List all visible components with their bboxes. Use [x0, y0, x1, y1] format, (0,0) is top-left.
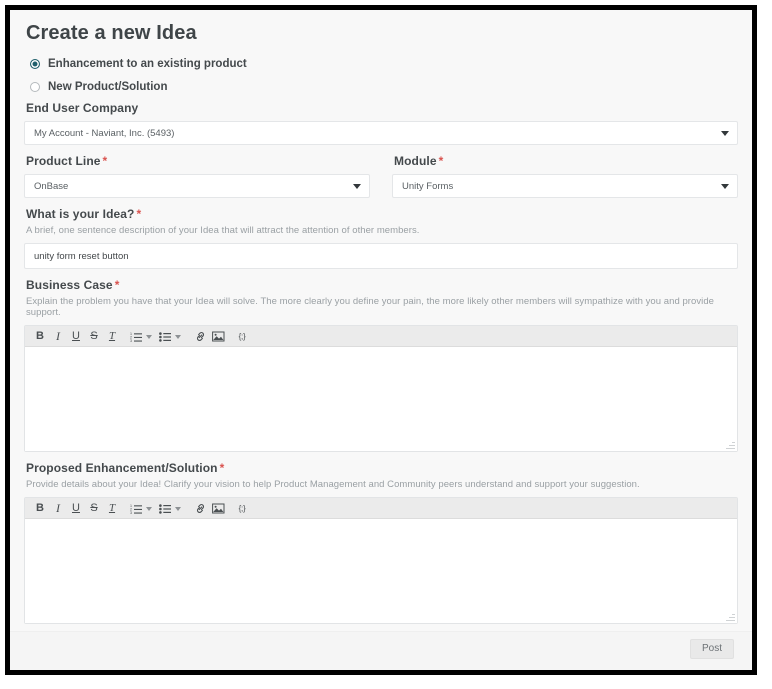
radio-label-enhancement: Enhancement to an existing product — [48, 58, 247, 70]
field-product-line: Product Line * OnBase — [24, 154, 370, 198]
rich-text-editor-business-case: B I U S T 123 {;} — [24, 325, 738, 452]
label-text-business-case: Business Case — [26, 278, 113, 292]
bulleted-list-icon[interactable] — [156, 499, 174, 518]
underline-icon[interactable]: U — [67, 499, 85, 518]
required-asterisk-business-case: * — [114, 278, 120, 292]
strikethrough-icon[interactable]: S — [85, 499, 103, 518]
select-end-user-company[interactable]: My Account - Naviant, Inc. (5493) — [24, 121, 738, 145]
field-business-case: Business Case * Explain the problem you h… — [24, 278, 738, 452]
insert-link-icon[interactable] — [191, 499, 209, 518]
select-value-module: Unity Forms — [402, 180, 454, 192]
resize-handle-icon[interactable] — [726, 440, 735, 449]
source-code-icon[interactable]: {;} — [233, 327, 251, 346]
help-text-idea-title: A brief, one sentence description of you… — [26, 225, 420, 236]
required-asterisk-module: * — [438, 154, 444, 168]
editor-textarea-business-case[interactable] — [25, 347, 737, 451]
page-title: Create a new Idea — [26, 22, 197, 44]
insert-image-icon[interactable] — [209, 499, 227, 518]
label-text-end-user-company: End User Company — [26, 101, 139, 115]
label-module: Module * — [394, 154, 738, 168]
bold-icon[interactable]: B — [31, 499, 49, 518]
insert-image-icon[interactable] — [209, 327, 227, 346]
editor-toolbar-proposed-solution: B I U S T 123 {;} — [25, 498, 737, 519]
required-asterisk-proposed-solution: * — [219, 461, 225, 475]
underline-icon[interactable]: U — [67, 327, 85, 346]
select-module[interactable]: Unity Forms — [392, 174, 738, 198]
select-value-product-line: OnBase — [34, 180, 69, 192]
radio-label-new-product: New Product/Solution — [48, 81, 168, 93]
label-product-line: Product Line * — [26, 154, 370, 168]
select-value-end-user-company: My Account - Naviant, Inc. (5493) — [34, 127, 175, 139]
chevron-down-icon[interactable] — [721, 131, 729, 136]
row-product-line-module: Product Line * OnBase Module * Unity Forms — [24, 154, 738, 207]
italic-icon[interactable]: I — [49, 327, 67, 346]
remove-format-icon[interactable]: T — [103, 499, 121, 518]
label-text-idea-title: What is your Idea? — [26, 207, 135, 221]
select-product-line[interactable]: OnBase — [24, 174, 370, 198]
bulleted-list-dropdown-icon[interactable] — [175, 507, 181, 511]
numbered-list-icon[interactable]: 123 — [127, 327, 145, 346]
resize-handle-icon[interactable] — [726, 612, 735, 621]
svg-text:3: 3 — [130, 511, 132, 514]
post-button[interactable]: Post — [689, 639, 734, 659]
bulleted-list-dropdown-icon[interactable] — [175, 335, 181, 339]
help-text-proposed-solution: Provide details about your Idea! Clarify… — [26, 479, 640, 490]
numbered-list-dropdown-icon[interactable] — [146, 507, 152, 511]
source-code-icon[interactable]: {;} — [233, 499, 251, 518]
editor-textarea-proposed-solution[interactable] — [25, 519, 737, 623]
remove-format-icon[interactable]: T — [103, 327, 121, 346]
input-value-idea-title: unity form reset button — [34, 250, 129, 262]
label-text-module: Module — [394, 154, 437, 168]
italic-icon[interactable]: I — [49, 499, 67, 518]
field-proposed-solution: Proposed Enhancement/Solution * Provide d… — [24, 461, 738, 624]
bulleted-list-icon[interactable] — [156, 327, 174, 346]
editor-toolbar-business-case: B I U S T 123 {;} — [25, 326, 737, 347]
form-footer: Post — [10, 631, 752, 670]
insert-link-icon[interactable] — [191, 327, 209, 346]
input-idea-title[interactable]: unity form reset button — [24, 243, 738, 269]
label-business-case: Business Case * — [26, 278, 738, 292]
label-proposed-solution: Proposed Enhancement/Solution * — [26, 461, 738, 475]
browser-frame: Create a new Idea Enhancement to an exis… — [5, 5, 757, 675]
radio-selected-icon[interactable] — [30, 59, 40, 69]
strikethrough-icon[interactable]: S — [85, 327, 103, 346]
help-text-business-case: Explain the problem you have that your I… — [26, 296, 714, 318]
field-end-user-company: End User Company My Account - Naviant, I… — [24, 101, 738, 145]
required-asterisk-product-line: * — [102, 154, 108, 168]
label-idea-title: What is your Idea? * — [26, 207, 738, 221]
required-asterisk-idea-title: * — [136, 207, 142, 221]
radio-unselected-icon[interactable] — [30, 82, 40, 92]
field-idea-title: What is your Idea? * A brief, one sentenc… — [24, 207, 738, 269]
label-text-product-line: Product Line — [26, 154, 101, 168]
bold-icon[interactable]: B — [31, 327, 49, 346]
chevron-down-icon[interactable] — [353, 184, 361, 189]
radio-option-new-product[interactable]: New Product/Solution — [30, 78, 738, 96]
chevron-down-icon[interactable] — [721, 184, 729, 189]
label-text-proposed-solution: Proposed Enhancement/Solution — [26, 461, 218, 475]
numbered-list-icon[interactable]: 123 — [127, 499, 145, 518]
numbered-list-dropdown-icon[interactable] — [146, 335, 152, 339]
rich-text-editor-proposed-solution: B I U S T 123 {;} — [24, 497, 738, 624]
idea-type-radio-group: Enhancement to an existing product New P… — [30, 55, 738, 96]
svg-text:3: 3 — [130, 339, 132, 342]
create-idea-form: Create a new Idea Enhancement to an exis… — [10, 10, 752, 670]
radio-option-enhancement[interactable]: Enhancement to an existing product — [30, 55, 738, 73]
field-module: Module * Unity Forms — [392, 154, 738, 198]
label-end-user-company: End User Company — [26, 101, 738, 115]
